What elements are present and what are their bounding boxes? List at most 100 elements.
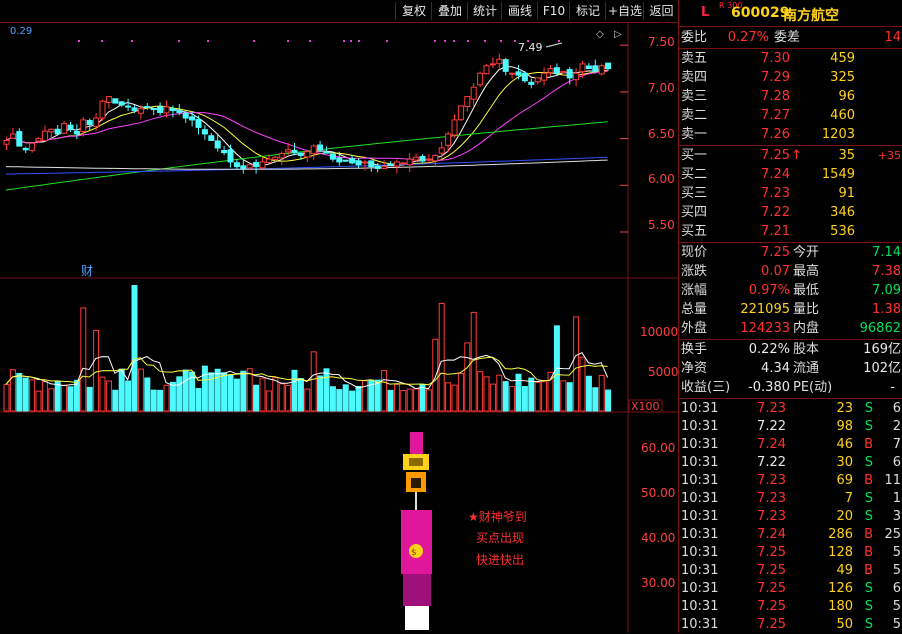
volume-bar	[361, 380, 368, 412]
volume-bar	[105, 380, 112, 412]
tick-time: 10:31	[681, 599, 719, 614]
volume-bar	[227, 374, 234, 412]
bid-row[interactable]: 买三 7.23 91	[679, 184, 902, 203]
indicator-white-block	[405, 606, 429, 630]
tick-volume: 126	[828, 581, 853, 596]
volume-bar	[265, 390, 272, 412]
mark-button[interactable]: 标记	[569, 2, 606, 20]
volume-bar	[163, 384, 170, 412]
back-button[interactable]: 返回	[643, 2, 679, 20]
tick-count: 25	[884, 527, 901, 542]
signal-indicator: $	[401, 432, 432, 630]
volume-bar	[445, 382, 452, 412]
scroll-arrow-icon[interactable]: ▷	[614, 29, 622, 40]
diamond-icon[interactable]: ◇	[596, 29, 604, 40]
volume-bar	[240, 370, 247, 412]
lower-label-60: 60.00	[641, 441, 675, 455]
tick-price: 7.23	[757, 491, 786, 506]
tick-count: 2	[892, 419, 901, 434]
tick-price: 7.25	[757, 599, 786, 614]
bid-row[interactable]: 买一 7.25 ↑ 35 +35	[679, 146, 902, 165]
tick-volume: 49	[836, 563, 853, 578]
tick-price: 7.23	[757, 509, 786, 524]
ask-row[interactable]: 卖五 7.30 459	[679, 49, 902, 68]
volume-bar	[3, 383, 10, 412]
volume-bar	[425, 389, 432, 412]
ask-row[interactable]: 卖三 7.28 96	[679, 87, 902, 106]
tick-count: 5	[892, 545, 901, 560]
volume-bar	[54, 380, 61, 412]
signal-dot	[434, 40, 436, 42]
finance-marker[interactable]: 财	[81, 264, 93, 278]
draw-line-button[interactable]: 画线	[501, 2, 538, 20]
bid-row[interactable]: 买五 7.21 536	[679, 222, 902, 241]
tick-count: 5	[892, 599, 901, 614]
bid-row[interactable]: 买四 7.22 346	[679, 203, 902, 222]
volume-bar	[413, 388, 420, 412]
market-prefix: L	[701, 5, 710, 20]
tick-price: 7.25	[757, 545, 786, 560]
volume-bar	[381, 369, 388, 412]
signal-text-line3: 快进快出	[476, 553, 524, 567]
volume-bar	[29, 379, 36, 412]
tick-volume: 46	[836, 437, 853, 452]
volume-bar	[144, 377, 151, 412]
tick-time: 10:31	[681, 401, 719, 416]
ask-row[interactable]: 卖二 7.27 460	[679, 106, 902, 125]
indicator-orange-inner	[411, 478, 421, 488]
volume-bar	[246, 368, 253, 412]
volume-bar	[259, 377, 266, 412]
chart-area[interactable]: $ 0.29 7.50 7.00 6.50 6.00 5.50 7.49 ◇ ▷…	[0, 0, 678, 633]
bid-row[interactable]: 买二 7.24 1549	[679, 165, 902, 184]
volume-bar	[233, 378, 240, 412]
signal-dot	[386, 40, 388, 42]
ask-row[interactable]: 卖四 7.29 325	[679, 68, 902, 87]
volume-bar	[528, 377, 535, 412]
statistics-button[interactable]: 统计	[467, 2, 502, 20]
tick-price: 7.22	[757, 419, 786, 434]
volume-bar	[41, 381, 48, 412]
tick-volume: 180	[828, 599, 853, 614]
tick-price: 7.23	[757, 473, 786, 488]
add-watchlist-button[interactable]: +自选	[605, 2, 644, 20]
indicator-gold-inner	[409, 458, 423, 466]
volume-bar	[509, 386, 516, 412]
fundamental-row: 净资 4.34 流通 102亿	[681, 361, 901, 376]
volume-bar	[489, 383, 496, 412]
overlay-button[interactable]: 叠加	[431, 2, 468, 20]
signal-dot	[558, 40, 560, 42]
volume-bar	[278, 383, 285, 412]
volume-bar	[605, 389, 612, 412]
volume-bar	[560, 380, 567, 412]
tick-side: S	[864, 599, 873, 614]
price-label-600: 6.00	[648, 172, 675, 186]
tick-side: B	[864, 437, 873, 452]
tick-side: B	[864, 563, 873, 578]
volume-bar	[80, 307, 87, 412]
volume-bar	[317, 375, 324, 412]
f10-button[interactable]: F10	[537, 2, 570, 20]
tick-side: S	[864, 581, 873, 596]
candle	[521, 71, 528, 83]
tick-row: 10:31 7.24 286 B 25	[679, 526, 902, 544]
tick-time: 10:31	[681, 509, 719, 524]
volume-bar	[112, 389, 119, 412]
volume-bar	[464, 342, 471, 412]
quote-panel: L R 300 600029 南方航空 委比 0.27% 委差 14 卖五 7.…	[678, 0, 902, 633]
volume-bar	[125, 380, 132, 412]
ask-row[interactable]: 卖一 7.26 1203	[679, 125, 902, 144]
candle	[560, 70, 567, 74]
signal-dot	[500, 40, 502, 42]
restore-rights-button[interactable]: 复权	[395, 2, 432, 20]
volume-bar	[336, 389, 343, 412]
tick-volume: 128	[828, 545, 853, 560]
candle	[477, 71, 484, 88]
candle	[99, 99, 106, 121]
lower-label-30: 30.00	[641, 576, 675, 590]
volume-bar	[35, 390, 42, 412]
indicator-magenta-block	[401, 510, 432, 574]
tick-count: 6	[892, 401, 901, 416]
volume-bar	[477, 371, 484, 412]
order-ratio-row: 委比 0.27% 委差 14	[681, 30, 901, 45]
tick-volume: 20	[836, 509, 853, 524]
